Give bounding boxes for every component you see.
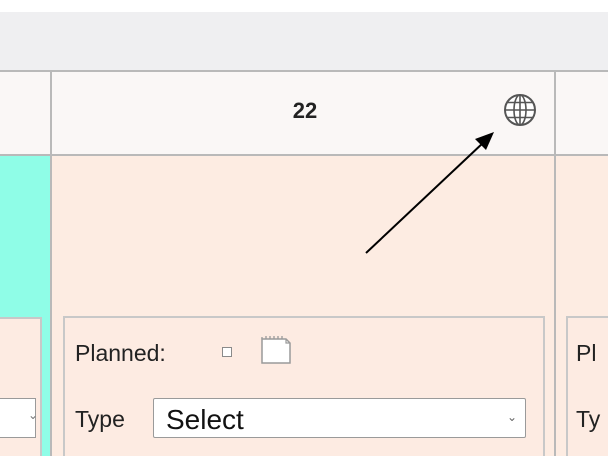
column-divider bbox=[50, 70, 52, 456]
type-select-value: Select bbox=[166, 404, 244, 435]
day-number: 22 bbox=[292, 98, 318, 123]
note-icon[interactable] bbox=[259, 333, 293, 365]
globe-icon[interactable] bbox=[503, 93, 537, 127]
calendar-view: 22 ⌄ Planned: Type Select ⌄ Pl Ty bbox=[0, 0, 608, 456]
chevron-down-icon: ⌄ bbox=[28, 408, 39, 422]
planned-label: Planned: bbox=[75, 340, 166, 366]
top-band bbox=[0, 12, 608, 70]
right-planned-label: Pl bbox=[576, 340, 597, 366]
chevron-down-icon: ⌄ bbox=[506, 410, 517, 424]
right-type-label: Ty bbox=[576, 406, 601, 432]
type-select[interactable]: Select ⌄ bbox=[153, 398, 526, 438]
type-label: Type bbox=[75, 406, 125, 432]
column-divider bbox=[554, 70, 556, 456]
right-event-panel bbox=[566, 316, 608, 456]
planned-checkbox[interactable] bbox=[222, 347, 232, 357]
